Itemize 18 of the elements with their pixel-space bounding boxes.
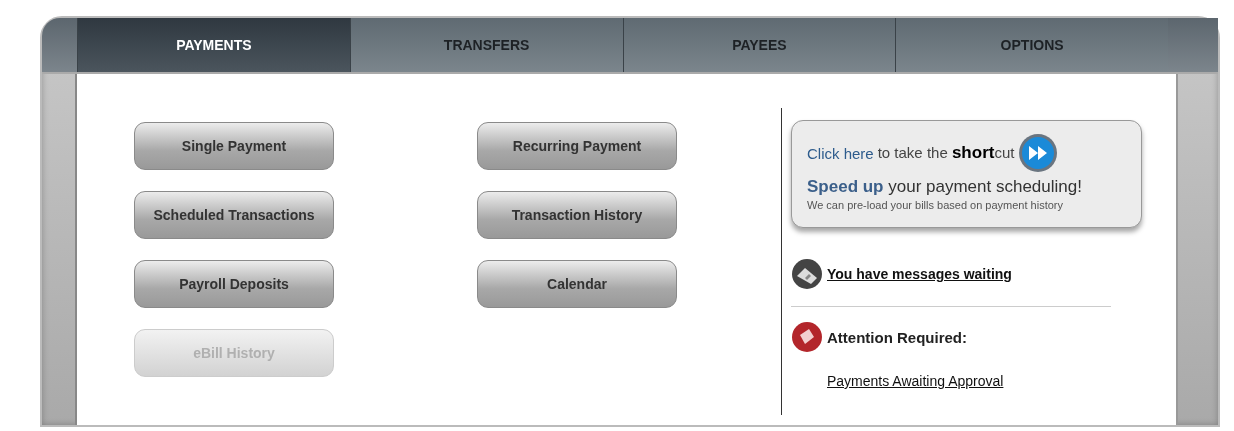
click-here-link[interactable]: Click here bbox=[807, 144, 874, 162]
action-button[interactable]: Scheduled Transactions bbox=[134, 191, 334, 239]
action-button[interactable]: Recurring Payment bbox=[477, 122, 677, 170]
action-button[interactable]: Calendar bbox=[477, 260, 677, 308]
messages-link[interactable]: You have messages waiting bbox=[827, 266, 1012, 282]
shortcut-text: to take the shortcut bbox=[877, 143, 1015, 163]
action-button[interactable]: Transaction History bbox=[477, 191, 677, 239]
action-button[interactable]: Payroll Deposits bbox=[134, 260, 334, 308]
tab[interactable]: PAYEES bbox=[622, 18, 896, 72]
attention-title: Attention Required: bbox=[827, 328, 967, 346]
speed-up-headline: Speed up your payment scheduling! bbox=[807, 177, 1083, 197]
fast-forward-icon[interactable] bbox=[1018, 133, 1059, 173]
tab[interactable]: PAYMENTS bbox=[77, 18, 350, 72]
preload-note: We can pre-load your bills based on payment history bbox=[807, 199, 1064, 211]
action-button[interactable]: Single Payment bbox=[134, 122, 334, 170]
tab[interactable]: OPTIONS bbox=[895, 18, 1168, 72]
tab[interactable]: TRANSFERS bbox=[349, 18, 623, 72]
approval-link[interactable]: Payments Awaiting Approval bbox=[827, 373, 1004, 389]
